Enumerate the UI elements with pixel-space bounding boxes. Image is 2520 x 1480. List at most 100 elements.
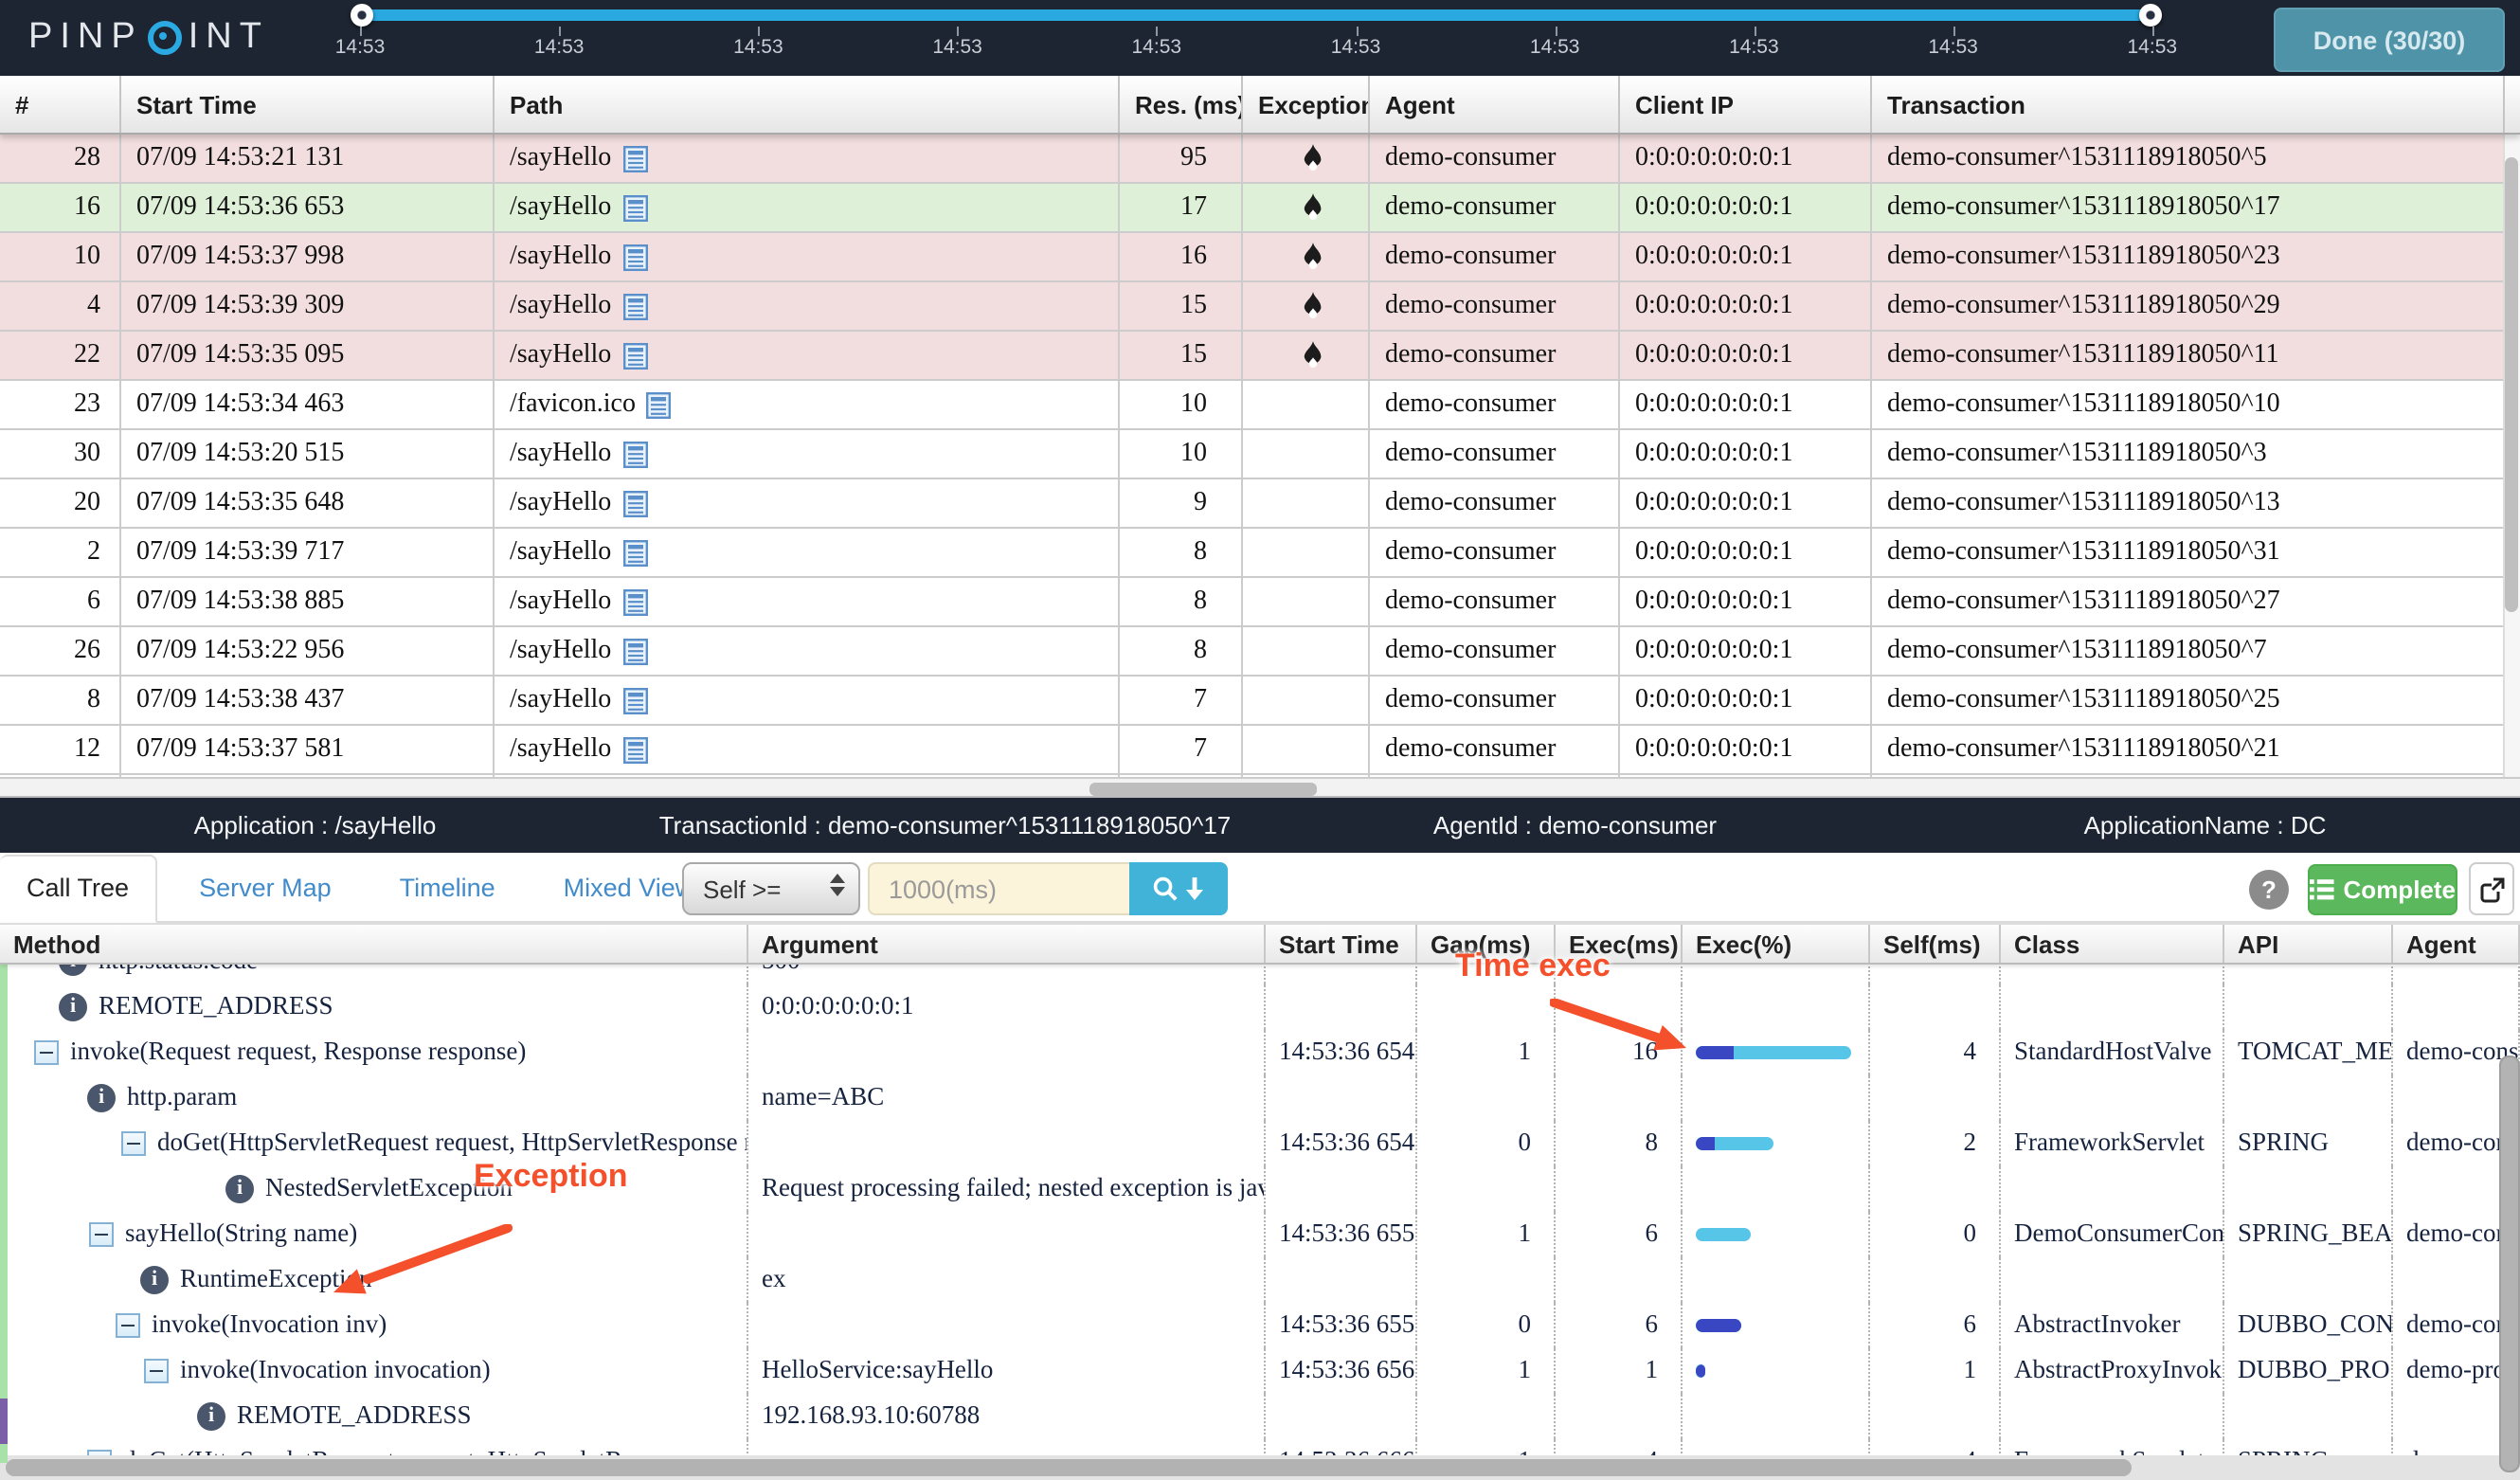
calltree-row[interactable]: i REMOTE_ADDRESS 0:0:0:0:0:0:0:1 [0,984,2520,1029]
help-button[interactable]: ? [2249,870,2289,910]
txn-cell-start-time: 07/09 14:53:35 095 [121,332,495,379]
collapse-node-button[interactable] [144,1358,169,1382]
transaction-horizontal-scrollbar[interactable] [0,777,2520,798]
calltree-row[interactable]: i REMOTE_ADDRESS 192.168.93.10:60788 [0,1393,2520,1438]
transaction-row[interactable]: 10 07/09 14:53:37 998/sayHello 16 demo-cons… [0,233,2520,282]
calltree-horizontal-scrollbar-thumb[interactable] [6,1459,2132,1476]
calltree-cell-gap-ms [1417,1165,1556,1211]
transaction-detail-icon[interactable] [622,490,648,516]
transaction-detail-button[interactable] [646,391,672,418]
transaction-detail-button[interactable] [622,687,648,713]
collapse-node-button[interactable] [89,1221,114,1246]
transaction-detail-button[interactable] [622,293,648,319]
transaction-detail-icon[interactable] [622,342,648,369]
calltree-row[interactable]: invoke(Invocation invocation) HelloServic… [0,1347,2520,1393]
transaction-detail-button[interactable] [622,539,648,566]
done-button[interactable]: Done (30/30) [2274,8,2505,72]
calltree-cell-exec-percent [1683,1347,1870,1393]
transaction-detail-button[interactable] [622,588,648,615]
tab-timeline[interactable]: Timeline [373,853,522,921]
transaction-detail-icon[interactable] [622,539,648,566]
transaction-row[interactable]: 8 07/09 14:53:38 437/sayHello 7 demo-consum… [0,677,2520,726]
info-icon[interactable]: i [59,992,87,1020]
info-icon[interactable]: i [87,1083,116,1111]
transaction-detail-icon[interactable] [622,588,648,615]
calltree-cell-api: DUBBO_PRO... [2224,1347,2393,1393]
complete-button[interactable]: Complete [2308,864,2457,915]
txn-column-header-client-ip[interactable]: Client IP [1620,76,1872,133]
info-icon[interactable]: i [225,1174,254,1202]
filter-search-button[interactable] [1129,862,1228,915]
transaction-row[interactable]: 4 07/09 14:53:39 309/sayHello 15 demo-consu… [0,282,2520,332]
transaction-detail-icon[interactable] [622,687,648,713]
filter-type-select[interactable]: Self >= [682,862,860,915]
transaction-row[interactable]: 20 07/09 14:53:35 648/sayHello 9 demo-consu… [0,479,2520,529]
filter-threshold-input[interactable]: 1000(ms) [868,862,1129,915]
timeline-tick-label: 14:53 [2127,36,2178,59]
transaction-detail-button[interactable] [622,441,648,467]
txn-cell-client-ip: 0:0:0:0:0:0:0:1 [1620,282,1872,330]
transaction-row[interactable]: 2 07/09 14:53:39 717/sayHello 8 demo-consum… [0,529,2520,578]
txn-column-header-res-ms-[interactable]: Res. (ms) [1120,76,1243,133]
calltree-row[interactable]: invoke(Invocation inv) 14:53:36 655 0 6 6 Abs… [0,1302,2520,1347]
collapse-node-button[interactable] [116,1312,140,1337]
transaction-detail-icon[interactable] [622,736,648,763]
transaction-detail-button[interactable] [622,342,648,369]
info-icon[interactable]: i [59,965,87,975]
transaction-horizontal-scrollbar-thumb[interactable] [1089,783,1317,796]
transaction-detail-button[interactable] [622,244,648,270]
calltree-row[interactable]: i http.param name=ABC [0,1074,2520,1120]
calltree-cell-class [2001,1393,2224,1438]
calltree-row[interactable]: invoke(Request request, Response respons… [0,1029,2520,1074]
txn-cell-agent: demo-consumer [1370,135,1620,182]
txn-column-header-transaction[interactable]: Transaction [1872,76,2505,133]
transaction-detail-icon[interactable] [622,194,648,221]
open-in-new-window-button[interactable] [2469,862,2514,915]
transaction-detail-button[interactable] [622,736,648,763]
transaction-row[interactable]: 26 07/09 14:53:22 956/sayHello 8 demo-consu… [0,627,2520,677]
txn-cell-client-ip: 0:0:0:0:0:0:0:1 [1620,135,1872,182]
transaction-detail-icon[interactable] [622,638,648,664]
transaction-detail-button[interactable] [622,194,648,221]
timeline-slider-track[interactable] [351,4,2162,27]
info-icon[interactable]: i [140,1265,169,1293]
tab-call-tree[interactable]: Call Tree [0,854,158,922]
txn-cell-seq: 2 [0,529,121,576]
annotation-exception: Exception [474,1158,628,1194]
txn-cell-response-ms: 8 [1120,578,1243,625]
transaction-detail-icon[interactable] [622,293,648,319]
transaction-row[interactable]: 12 07/09 14:53:37 581/sayHello 7 demo-consu… [0,726,2520,775]
transaction-detail-icon[interactable] [622,441,648,467]
collapse-node-button[interactable] [121,1130,146,1155]
transaction-vertical-scrollbar[interactable] [2503,135,2520,777]
timeline-slider-handle-right[interactable] [2139,4,2162,27]
txn-cell-transaction: demo-consumer^1531118918050^31 [1872,529,2505,576]
txn-column-header-path[interactable]: Path [495,76,1120,133]
info-icon[interactable]: i [197,1401,225,1430]
transaction-row[interactable]: 23 07/09 14:53:34 463/favicon.ico 10 demo-c… [0,381,2520,430]
transaction-detail-button[interactable] [622,638,648,664]
txn-column-header--[interactable]: # [0,76,121,133]
transaction-row[interactable]: 16 07/09 14:53:36 653/sayHello 17 demo-cons… [0,184,2520,233]
calltree-vertical-scrollbar-thumb[interactable] [2499,1056,2520,1472]
transaction-detail-icon[interactable] [622,244,648,270]
txn-column-header-exception[interactable]: Exception [1243,76,1370,133]
transaction-row[interactable]: 22 07/09 14:53:35 095/sayHello 15 demo-cons… [0,332,2520,381]
txn-column-header-start-time[interactable]: Start Time [121,76,495,133]
calltree-row[interactable]: doGet(HttpServletRequest request, HttpSe… [0,1120,2520,1165]
transaction-row[interactable]: 30 07/09 14:53:20 515/sayHello 10 demo-cons… [0,430,2520,479]
transaction-row[interactable]: 6 07/09 14:53:38 885/sayHello 8 demo-consum… [0,578,2520,627]
collapse-node-button[interactable] [34,1039,59,1064]
transaction-vertical-scrollbar-thumb[interactable] [2505,157,2518,612]
calltree-row[interactable]: ihttp.status.code500 [0,965,2520,984]
transaction-detail-button[interactable] [622,490,648,516]
timeline-slider-handle-left[interactable] [351,4,373,27]
calltree-horizontal-scrollbar[interactable] [0,1455,2520,1480]
transaction-detail-icon[interactable] [646,391,672,418]
transaction-detail-icon[interactable] [622,145,648,171]
transaction-row[interactable]: 28 07/09 14:53:21 131/sayHello 95 demo-cons… [0,135,2520,184]
calltree-row[interactable]: i NestedServletException Request processin… [0,1165,2520,1211]
transaction-detail-button[interactable] [622,145,648,171]
tab-server-map[interactable]: Server Map [172,853,358,921]
txn-column-header-agent[interactable]: Agent [1370,76,1620,133]
